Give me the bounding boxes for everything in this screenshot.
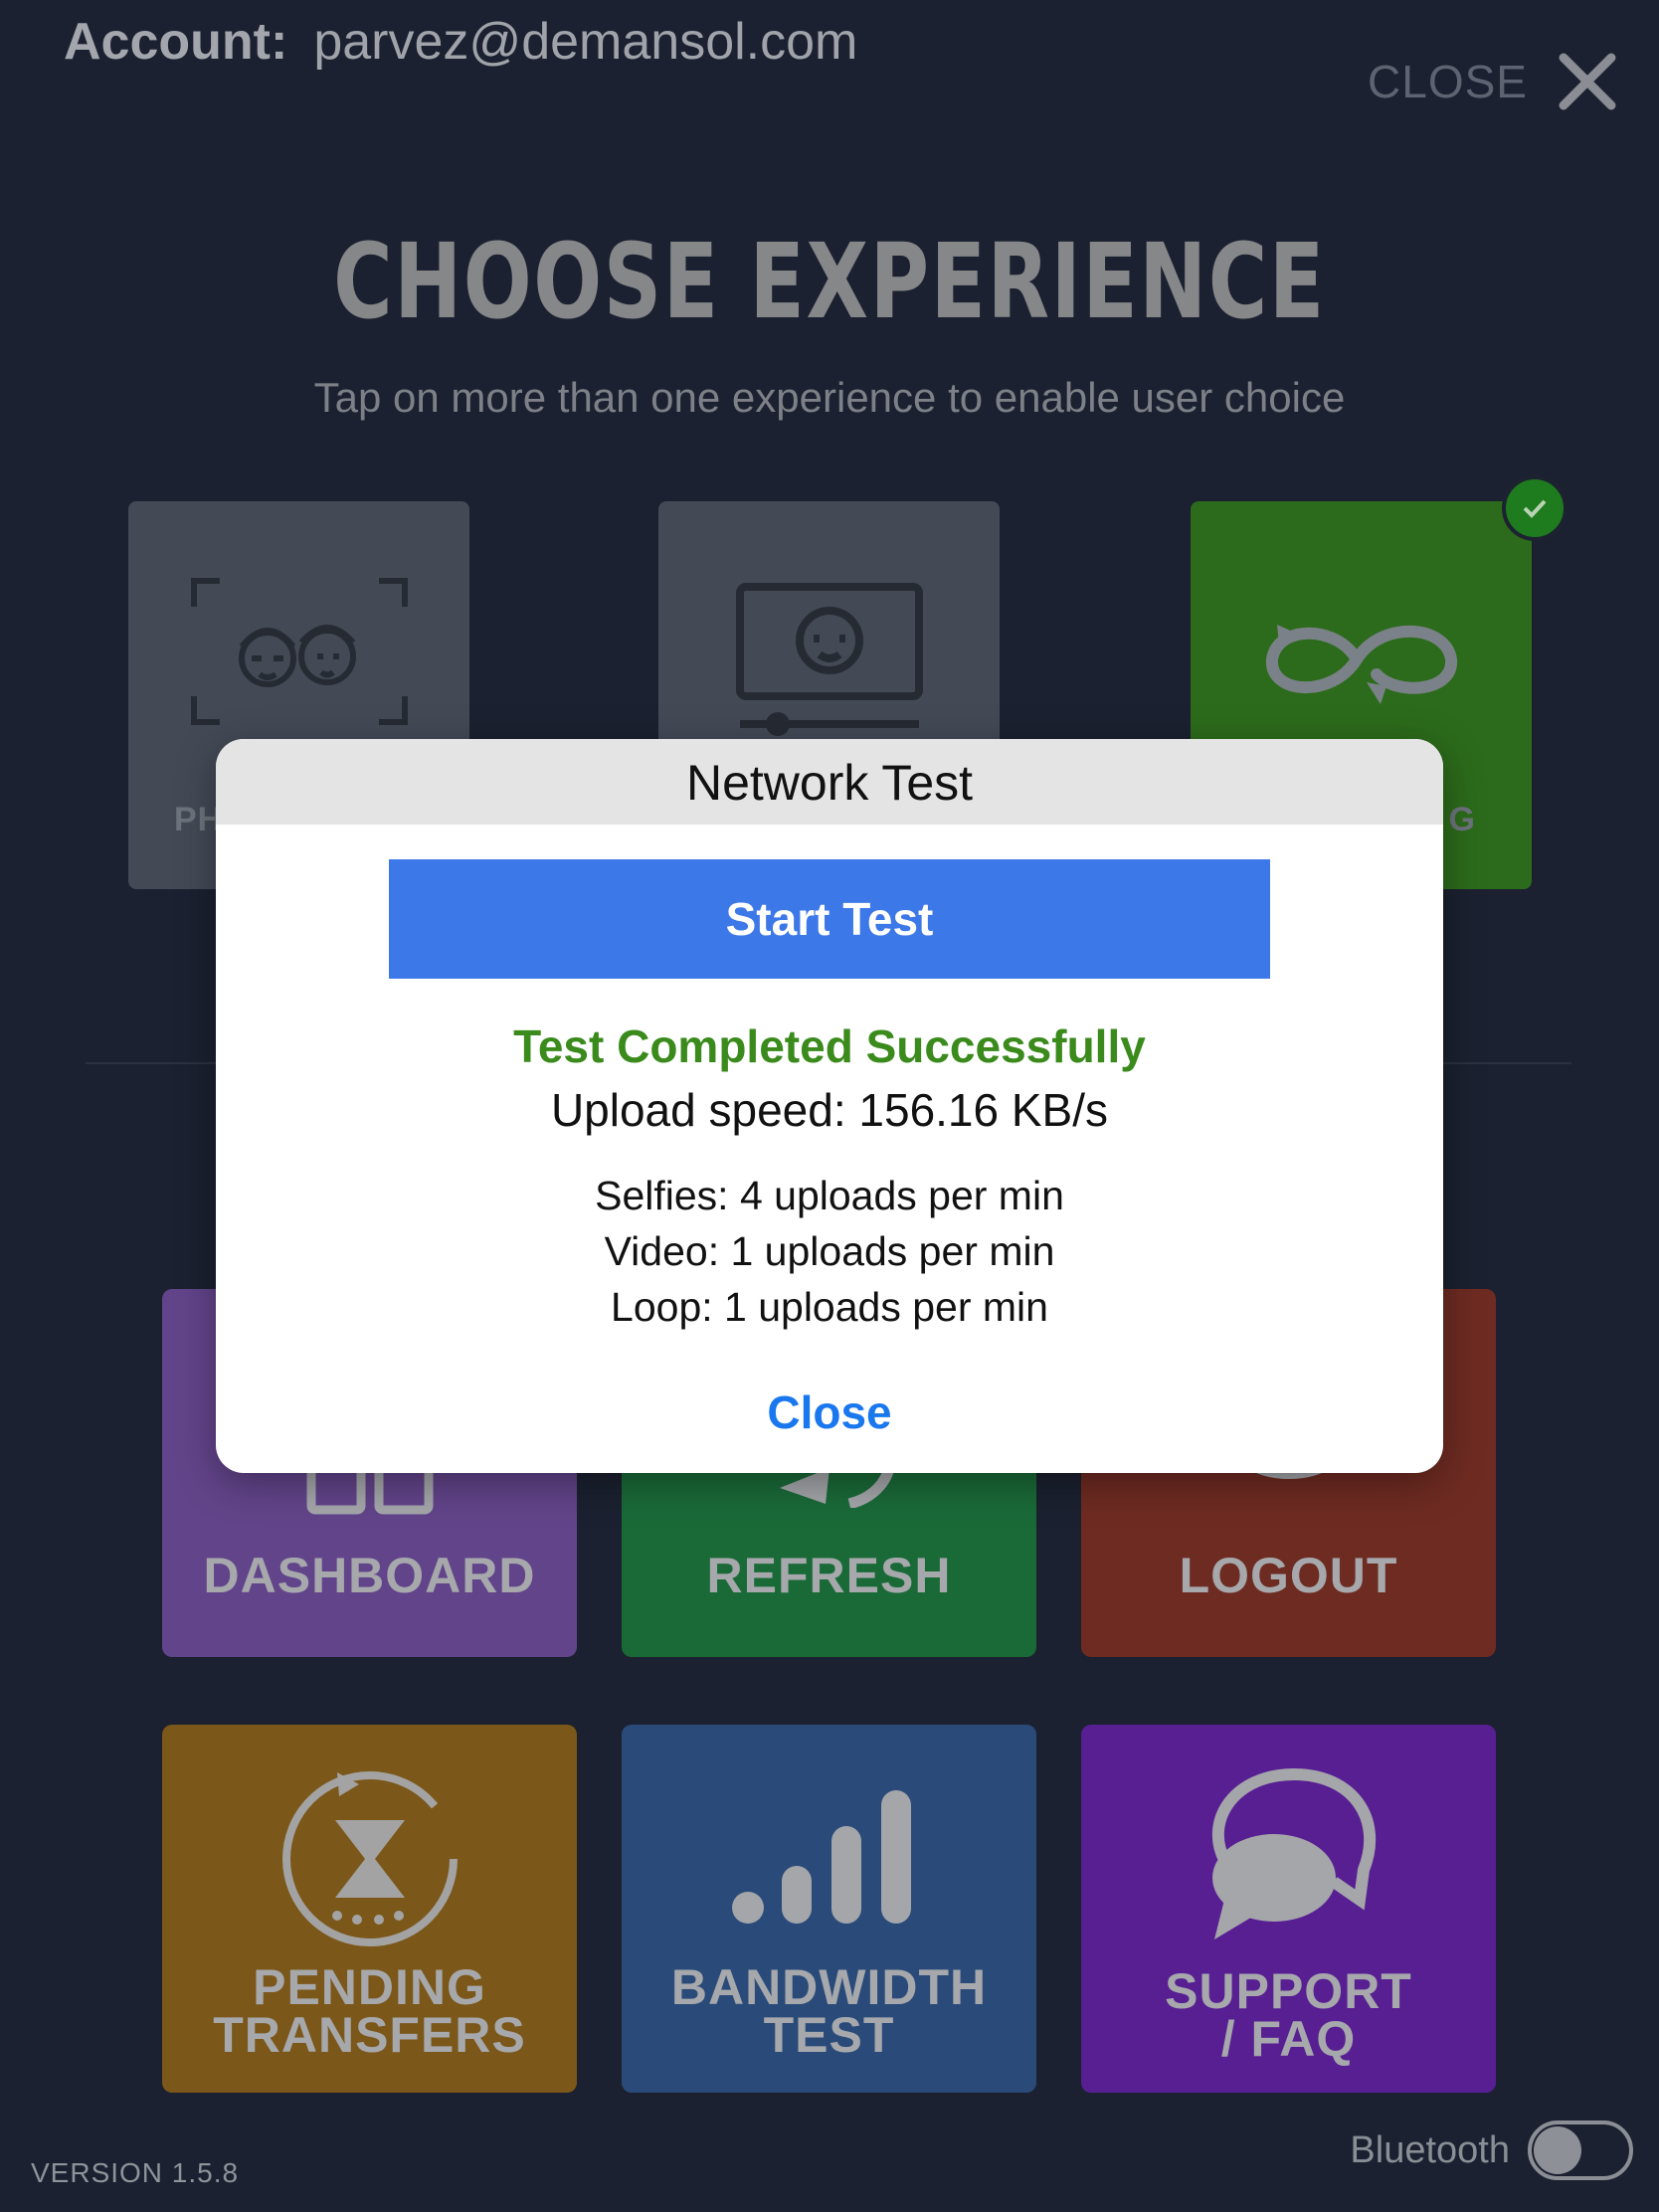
test-status-text: Test Completed Successfully xyxy=(513,1020,1146,1072)
experience-tile-loop-label: G xyxy=(1448,801,1476,838)
dialog-close-button[interactable]: Close xyxy=(216,1385,1443,1439)
dashboard-label: DASHBOARD xyxy=(203,1548,536,1603)
refresh-label: REFRESH xyxy=(706,1548,952,1603)
close-icon xyxy=(1559,53,1616,110)
bluetooth-label: Bluetooth xyxy=(1350,2128,1510,2171)
bandwidth-test-button[interactable]: BANDWIDTH TEST xyxy=(622,1725,1036,2093)
account-info: Account: parvez@demansol.com xyxy=(64,12,857,72)
loop-rate-text: Loop: 1 uploads per min xyxy=(611,1284,1048,1330)
bluetooth-setting: Bluetooth xyxy=(1350,2120,1633,2180)
chat-bubbles-icon xyxy=(1211,1768,1376,1939)
video-rate-text: Video: 1 uploads per min xyxy=(604,1228,1055,1274)
account-email: parvez@demansol.com xyxy=(313,13,858,71)
dialog-title: Network Test xyxy=(216,739,1443,825)
pending-transfers-button[interactable]: PENDING TRANSFERS xyxy=(162,1725,577,2093)
hourglass-icon xyxy=(281,1771,458,1946)
pending-transfers-label: PENDING TRANSFERS xyxy=(213,1959,526,2063)
selected-check-icon xyxy=(1502,475,1567,541)
loop-icon xyxy=(1265,625,1457,704)
close-screen-label: CLOSE xyxy=(1368,56,1528,107)
video-player-icon xyxy=(735,583,923,736)
logout-label: LOGOUT xyxy=(1179,1548,1398,1603)
page-subtitle: Tap on more than one experience to enabl… xyxy=(313,374,1346,421)
toggle-knob xyxy=(1534,2126,1581,2174)
selfies-rate-text: Selfies: 4 uploads per min xyxy=(595,1173,1064,1218)
photo-selfie-icon xyxy=(190,578,408,725)
version-label: VERSION 1.5.8 xyxy=(31,2157,240,2188)
support-faq-label: SUPPORT / FAQ xyxy=(1165,1963,1412,2067)
network-test-dialog: Network Test Start Test Test Completed S… xyxy=(216,739,1443,1473)
bluetooth-toggle[interactable] xyxy=(1528,2120,1633,2180)
support-faq-button[interactable]: SUPPORT / FAQ xyxy=(1081,1725,1496,2093)
upload-speed-text: Upload speed: 156.16 KB/s xyxy=(550,1084,1109,1136)
start-test-button[interactable]: Start Test xyxy=(389,859,1270,979)
page-title: CHOOSE EXPERIENCE xyxy=(333,221,1326,342)
account-label: Account: xyxy=(64,13,288,71)
signal-bars-icon xyxy=(731,1790,911,1924)
close-screen-button[interactable]: CLOSE xyxy=(1368,52,1617,111)
bandwidth-test-label: BANDWIDTH TEST xyxy=(670,1959,988,2063)
